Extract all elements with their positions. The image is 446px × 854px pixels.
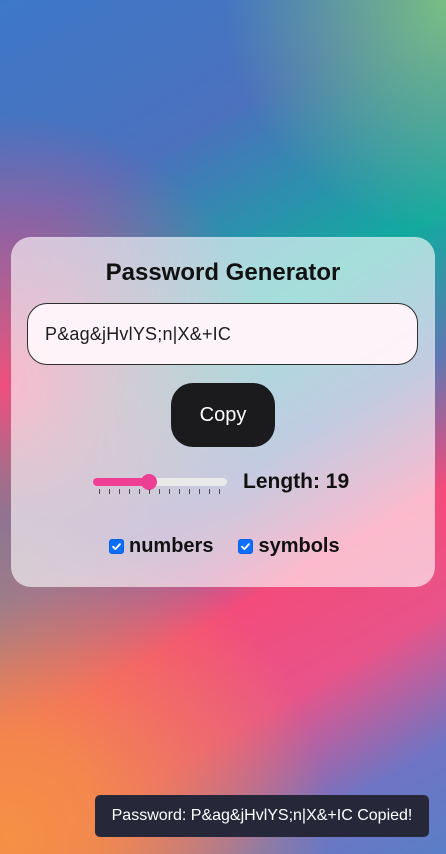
numbers-label: numbers xyxy=(129,535,214,557)
length-label: Length: 19 xyxy=(243,470,350,493)
slider-ticks xyxy=(99,489,221,495)
slider-tick xyxy=(199,489,200,494)
slider-thumb[interactable] xyxy=(141,474,158,490)
options-row: numbers symbols xyxy=(109,534,340,558)
copied-toast: Password: P&ag&jHvlYS;n|X&+IC Copied! xyxy=(95,795,429,837)
generator-card: Password Generator P&ag&jHvlYS;n|X&+IC C… xyxy=(11,237,435,587)
check-icon xyxy=(112,542,121,550)
slider-tick xyxy=(169,489,170,494)
password-generator-screen: { "app": { "title": "Password Generator"… xyxy=(0,0,446,854)
length-control: Length: 19 xyxy=(93,470,383,506)
slider-tick xyxy=(149,489,150,494)
slider-tick xyxy=(159,489,160,494)
slider-tick xyxy=(119,489,120,494)
password-field[interactable]: P&ag&jHvlYS;n|X&+IC xyxy=(27,303,418,365)
slider-tick xyxy=(179,489,180,494)
slider-tick xyxy=(99,489,100,494)
slider-tick xyxy=(189,489,190,494)
slider-tick xyxy=(209,489,210,494)
symbols-option[interactable]: symbols xyxy=(238,534,340,558)
symbols-checkbox[interactable] xyxy=(238,538,254,554)
slider-tick xyxy=(139,489,140,494)
copy-button[interactable]: Copy xyxy=(171,383,275,447)
page-title: Password Generator xyxy=(105,259,341,286)
slider-track xyxy=(93,474,227,490)
symbols-label: symbols xyxy=(258,535,340,557)
length-slider[interactable] xyxy=(93,470,227,494)
numbers-option[interactable]: numbers xyxy=(109,534,213,558)
slider-tick xyxy=(109,489,110,494)
check-icon xyxy=(241,542,251,550)
slider-tick xyxy=(219,489,220,494)
numbers-checkbox[interactable] xyxy=(109,538,124,554)
slider-tick xyxy=(129,489,130,494)
password-value: P&ag&jHvlYS;n|X&+IC xyxy=(45,323,232,344)
